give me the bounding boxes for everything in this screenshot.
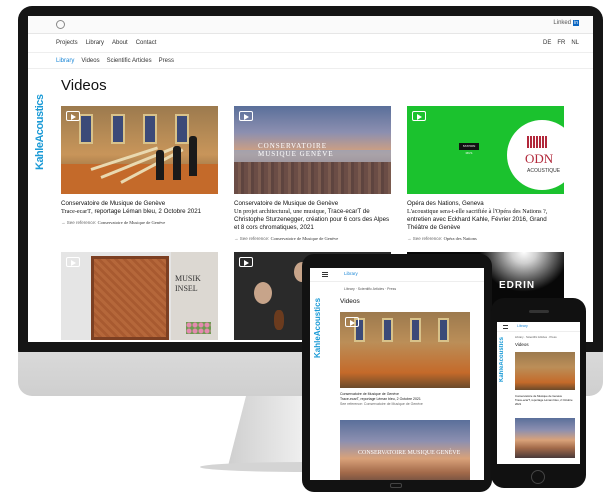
- video-card[interactable]: MUSIK INSEL: [61, 252, 218, 340]
- card-subtitle: L'acoustique sera-t-elle sacrifiée à l'O…: [407, 208, 548, 231]
- linkedin-link[interactable]: Linked in: [553, 20, 579, 26]
- divider: [28, 68, 593, 69]
- nav-item-library[interactable]: Library: [86, 40, 104, 46]
- phone-frame: Library Library · Scientific Articles · …: [491, 298, 586, 488]
- lang-nl[interactable]: NL: [571, 40, 579, 46]
- phone-brand-logo[interactable]: KahleAcoustics: [499, 337, 507, 382]
- subnav-item-articles[interactable]: Scientific Articles: [107, 58, 152, 64]
- nav-item-contact[interactable]: Contact: [136, 40, 157, 46]
- phone-speaker: [529, 310, 549, 313]
- phone-video-thumbnail[interactable]: [515, 352, 575, 390]
- video-thumbnail[interactable]: STATION MUS ODN ACOUSTIQUE: [407, 106, 564, 194]
- tablet-frame: Library Library · Scientific Articles · …: [302, 254, 492, 492]
- device-mockup: Linked in Projects Library About Contact …: [0, 0, 610, 495]
- phone-video-caption: Conservatoire de Musique de Genève Trace…: [515, 394, 573, 406]
- nav-item-about[interactable]: About: [112, 40, 128, 46]
- card-reference[interactable]: → See reference: Conservatoire de Musiqu…: [234, 236, 391, 241]
- thumbnail-text: MUSIK INSEL: [175, 274, 201, 293]
- sub-nav: Library Videos Scientific Articles Press: [56, 58, 174, 64]
- card-reference[interactable]: → See reference: Conservatoire de Musiqu…: [61, 220, 218, 225]
- tablet-page-title: Videos: [340, 298, 360, 305]
- phone-top-bar: Library: [497, 322, 580, 332]
- tablet-video-thumbnail[interactable]: [340, 312, 470, 388]
- divider: [28, 52, 593, 53]
- subnav-item-press[interactable]: Press: [159, 58, 174, 64]
- tablet-screen: Library Library · Scientific Articles · …: [310, 268, 484, 480]
- language-switcher: DE FR NL: [543, 40, 579, 46]
- thumbnail-logo: CONSERVATOIRE MUSIQUE GENÈVE: [358, 450, 461, 456]
- lang-fr[interactable]: FR: [557, 40, 565, 46]
- video-card[interactable]: Conservatoire de Musique de Genève Trace…: [61, 106, 218, 225]
- video-thumbnail[interactable]: [61, 106, 218, 194]
- card-subtitle: Trace-ecarT, reportage Léman bleu, 2 Oct…: [61, 208, 202, 215]
- play-icon: [345, 317, 359, 327]
- card-title: Conservatoire de Musique de Genève: [234, 200, 339, 207]
- card-title: Opéra des Nations, Geneva: [407, 200, 484, 207]
- menu-icon[interactable]: [503, 325, 508, 329]
- video-thumbnail[interactable]: MUSIK INSEL: [61, 252, 218, 340]
- video-thumbnail[interactable]: CONSERVATOIRE MUSIQUE GENÈVE: [234, 106, 391, 194]
- phone-page-title: Videos: [515, 342, 529, 347]
- linkedin-icon: in: [573, 20, 579, 26]
- card-subtitle: Un projet architectural, une musique, Tr…: [234, 208, 390, 231]
- phone-video-thumbnail[interactable]: [515, 418, 575, 458]
- tablet-breadcrumb: Library · Scientific Articles · Press: [344, 287, 397, 291]
- phone-home-button[interactable]: [531, 470, 545, 484]
- play-icon: [239, 257, 253, 267]
- linkedin-label: Linked: [553, 20, 572, 26]
- play-icon: [239, 111, 253, 121]
- menu-icon[interactable]: [322, 272, 328, 277]
- lang-de[interactable]: DE: [543, 40, 551, 46]
- tablet-brand-logo[interactable]: KahleAcoustics: [313, 298, 323, 358]
- play-icon: [66, 257, 80, 267]
- main-nav: Projects Library About Contact: [56, 40, 156, 46]
- nav-item-projects[interactable]: Projects: [56, 40, 78, 46]
- video-card[interactable]: STATION MUS ODN ACOUSTIQUE Opéra des Nat…: [407, 106, 564, 241]
- thumbnail-text: EDRIN: [499, 280, 536, 291]
- thumbnail-label: STATION MUS: [459, 143, 479, 155]
- phone-breadcrumb: Library · Scientific Articles · Press: [515, 335, 557, 339]
- odn-logo: ODN: [525, 151, 554, 166]
- subnav-item-videos[interactable]: Videos: [81, 58, 99, 64]
- tablet-top-bar: Library: [310, 268, 484, 282]
- tablet-nav-library[interactable]: Library: [344, 271, 358, 276]
- tablet-video-thumbnail[interactable]: CONSERVATOIRE MUSIQUE GENÈVE: [340, 420, 470, 480]
- tablet-video-caption: Conservatoire de Musique de Genève Trace…: [340, 392, 423, 406]
- home-icon[interactable]: [56, 20, 65, 29]
- brand-logo[interactable]: KahleAcoustics: [34, 80, 48, 170]
- top-bar: Linked in: [28, 16, 593, 34]
- play-icon: [412, 111, 426, 121]
- video-card[interactable]: CONSERVATOIRE MUSIQUE GENÈVE Conservatoir…: [234, 106, 391, 241]
- play-icon: [66, 111, 80, 121]
- card-reference[interactable]: → See reference: Opéra des Nations: [407, 236, 564, 241]
- card-title: Conservatoire de Musique de Genève: [61, 200, 166, 207]
- subnav-item-library[interactable]: Library: [56, 58, 74, 64]
- tablet-home-button[interactable]: [390, 483, 402, 488]
- thumbnail-logo: CONSERVATOIRE MUSIQUE GENÈVE: [258, 142, 334, 158]
- phone-screen: Library Library · Scientific Articles · …: [497, 322, 580, 464]
- odn-logo-text: ACOUSTIQUE: [527, 168, 561, 174]
- page-title: Videos: [61, 77, 107, 94]
- phone-nav-library[interactable]: Library: [517, 324, 528, 328]
